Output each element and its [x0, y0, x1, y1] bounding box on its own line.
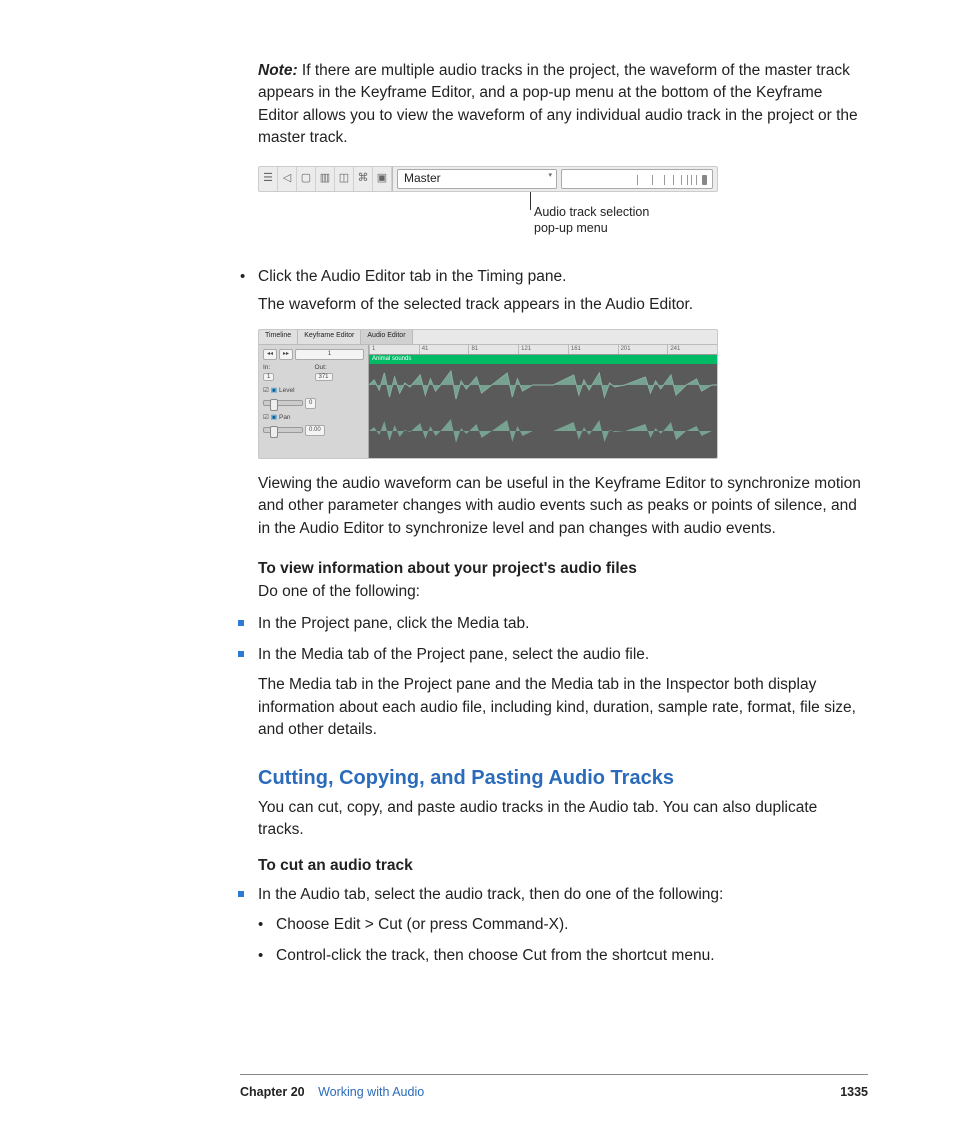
audio-editor-figure: Timeline Keyframe Editor Audio Editor ◂◂…: [258, 329, 718, 459]
section-intro: You can cut, copy, and paste audio track…: [258, 797, 864, 842]
cut-track-heading: To cut an audio track: [258, 855, 864, 877]
ruler-tick: 81: [468, 345, 518, 354]
note-paragraph: Note: If there are multiple audio tracks…: [258, 60, 864, 150]
audio-track-popup[interactable]: Master: [397, 169, 557, 189]
callout-wrap: Audio track selection pop-up menu: [258, 200, 864, 252]
clip-label: Animal sounds: [369, 355, 717, 364]
subbullet-edit-cut: Choose Edit > Cut (or press Command-X).: [276, 914, 864, 936]
step-text: Click the Audio Editor tab in the Timing…: [258, 268, 566, 285]
after-figure-paragraph: Viewing the audio waveform can be useful…: [258, 473, 864, 540]
footer-page-number: 1335: [840, 1083, 868, 1101]
note-label: Note:: [258, 62, 298, 79]
callout-text: Audio track selection pop-up menu: [534, 204, 649, 237]
ruler-tick: 121: [518, 345, 568, 354]
footer-title: Working with Audio: [318, 1085, 424, 1099]
graph-icon: ▥: [316, 167, 335, 191]
note-text: If there are multiple audio tracks in th…: [258, 62, 858, 146]
play-icon: ◁: [278, 167, 297, 191]
link-icon: ⌘: [354, 167, 373, 191]
bullet-text: In the Audio tab, select the audio track…: [258, 886, 723, 903]
level-label: Level: [279, 386, 295, 395]
media-tab-detail: The Media tab in the Project pane and th…: [258, 674, 864, 741]
ruler-tick: 241: [667, 345, 717, 354]
record-icon: ▣: [373, 167, 392, 191]
out-label: Out:: [315, 363, 365, 372]
subbullet-control-click: Control-click the track, then choose Cut…: [276, 945, 864, 967]
out-field[interactable]: 371: [315, 373, 333, 381]
bullet-media-tab-select: In the Media tab of the Project pane, se…: [258, 644, 864, 666]
snap-icon: ◫: [335, 167, 354, 191]
view-info-heading: To view information about your project's…: [258, 558, 864, 580]
timing-pane-tabs: Timeline Keyframe Editor Audio Editor: [259, 330, 717, 345]
ruler-tick: 41: [419, 345, 469, 354]
ruler-tick: 161: [568, 345, 618, 354]
audio-editor-sidebar: ◂◂ ▸▸ 1 In: 1 Out: 371 ☑▣ Level: [259, 345, 369, 458]
in-field[interactable]: 1: [263, 373, 274, 381]
audio-track-popup-value: Master: [404, 170, 441, 187]
pan-slider[interactable]: [263, 427, 303, 433]
filter-icon: ☰: [259, 167, 278, 191]
tab-audio-editor[interactable]: Audio Editor: [361, 330, 412, 344]
box-icon: ▢: [297, 167, 316, 191]
in-label: In:: [263, 363, 313, 372]
tab-timeline[interactable]: Timeline: [259, 330, 298, 344]
waveform-right-channel: [369, 411, 717, 451]
callout-line1: Audio track selection: [534, 205, 649, 219]
step-click-audio-editor: Click the Audio Editor tab in the Timing…: [258, 266, 864, 288]
toolbar-icon-row: ☰ ◁ ▢ ▥ ◫ ⌘ ▣: [259, 167, 393, 191]
footer-chapter: Chapter 20: [240, 1085, 305, 1099]
prev-frame-button[interactable]: ◂◂: [263, 349, 277, 360]
callout-line2: pop-up menu: [534, 221, 608, 235]
step-result: The waveform of the selected track appea…: [258, 294, 864, 316]
subbullet-text: Choose Edit > Cut (or press Command-X).: [276, 916, 568, 933]
section-heading: Cutting, Copying, and Pasting Audio Trac…: [258, 764, 864, 793]
view-info-lead: Do one of the following:: [258, 581, 864, 603]
page-footer: Chapter 20 Working with Audio 1335: [240, 1074, 868, 1101]
callout-leader-line: [530, 192, 531, 210]
level-slider[interactable]: [263, 400, 303, 406]
audio-editor-waveform-area: 1 41 81 121 161 201 241 Animal sounds: [369, 345, 717, 458]
zoom-ruler[interactable]: [561, 169, 713, 189]
pan-label: Pan: [279, 413, 291, 422]
bullet-project-pane-media: In the Project pane, click the Media tab…: [258, 613, 864, 635]
timeline-ruler: 1 41 81 121 161 201 241: [369, 345, 717, 355]
next-frame-button[interactable]: ▸▸: [279, 349, 293, 360]
tab-keyframe-editor[interactable]: Keyframe Editor: [298, 330, 361, 344]
pan-field[interactable]: 0.00: [305, 425, 325, 436]
level-field[interactable]: 0: [305, 398, 316, 409]
bullet-text: In the Media tab of the Project pane, se…: [258, 646, 649, 663]
subbullet-text: Control-click the track, then choose Cut…: [276, 947, 715, 964]
bullet-text: In the Project pane, click the Media tab…: [258, 615, 529, 632]
keyframe-editor-toolbar-figure: ☰ ◁ ▢ ▥ ◫ ⌘ ▣ Master: [258, 166, 718, 192]
ruler-tick: 1: [369, 345, 419, 354]
waveform-left-channel: [369, 365, 717, 405]
bullet-cut-track: In the Audio tab, select the audio track…: [258, 884, 864, 906]
ruler-tick: 201: [618, 345, 668, 354]
current-frame-field[interactable]: 1: [295, 349, 364, 360]
